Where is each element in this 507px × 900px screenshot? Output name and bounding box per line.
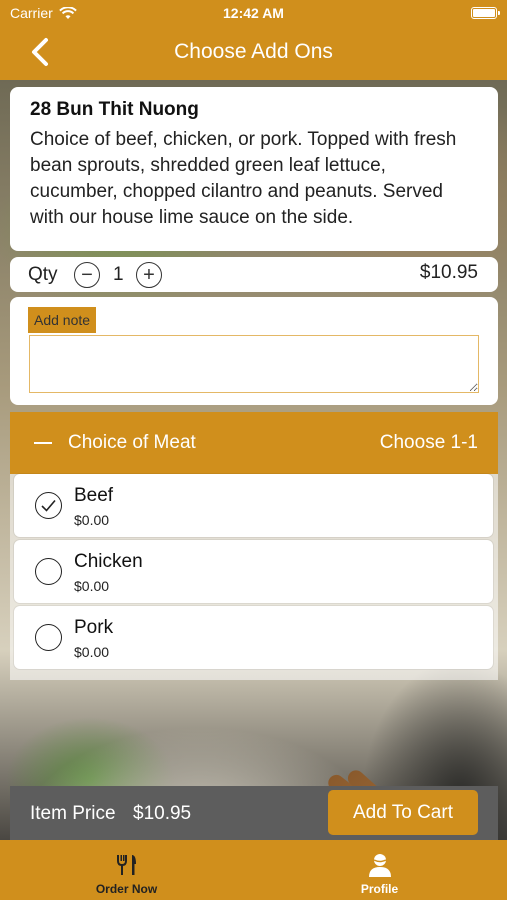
option-name: Beef	[74, 485, 114, 506]
add-to-cart-button[interactable]: Add To Cart	[328, 790, 478, 835]
qty-label: Qty	[28, 264, 58, 285]
option-name: Chicken	[74, 551, 143, 572]
decrease-quantity-button[interactable]: −	[74, 262, 100, 288]
option-beef[interactable]: Beef $0.00	[14, 474, 493, 537]
quantity-row: Qty − 1 + $10.95	[10, 257, 498, 292]
collapse-icon	[34, 442, 52, 444]
tab-order-now[interactable]: Order Now	[0, 840, 253, 900]
option-chicken[interactable]: Chicken $0.00	[14, 540, 493, 603]
item-description-card: 28 Bun Thit Nuong Choice of beef, chicke…	[10, 87, 498, 251]
radio-icon[interactable]	[35, 624, 62, 651]
option-price: $0.00	[74, 578, 110, 594]
section-choose-count: Choose 1-1	[379, 432, 478, 453]
wifi-icon	[58, 6, 77, 19]
battery-icon	[471, 7, 500, 19]
status-bar: Carrier 12:42 AM	[10, 5, 500, 25]
add-note-label: Add note	[28, 307, 97, 333]
radio-icon[interactable]	[35, 558, 62, 585]
note-input[interactable]	[29, 335, 479, 393]
plus-icon: +	[143, 264, 155, 286]
quantity-price: $10.95	[419, 262, 478, 283]
item-price-bar: Item Price $10.95 Add To Cart	[10, 786, 498, 840]
item-price-label: Item Price	[30, 803, 116, 824]
section-title: Choice of Meat	[68, 432, 196, 453]
option-price: $0.00	[74, 644, 110, 660]
option-price: $0.00	[74, 512, 110, 528]
minus-icon: −	[81, 264, 93, 286]
top-bar: Carrier 12:42 AM Choose Add Ons	[0, 0, 507, 80]
increase-quantity-button[interactable]: +	[136, 262, 162, 288]
option-pork[interactable]: Pork $0.00	[14, 606, 493, 669]
quantity-value: 1	[113, 264, 124, 285]
note-card: Add note	[10, 297, 498, 405]
tab-label: Order Now	[95, 882, 158, 896]
utensils-icon	[116, 855, 136, 875]
carrier-label: Carrier	[10, 5, 53, 21]
choice-of-meat-header[interactable]: Choice of Meat Choose 1-1	[10, 412, 498, 474]
carrier: Carrier	[10, 5, 77, 21]
item-price-value: $10.95	[133, 803, 192, 824]
checked-radio-icon[interactable]	[35, 492, 62, 519]
tab-profile[interactable]: Profile	[253, 840, 506, 900]
tab-label: Profile	[360, 882, 399, 896]
item-title: 28 Bun Thit Nuong	[30, 99, 199, 120]
clock: 12:42 AM	[223, 5, 284, 21]
user-icon	[368, 854, 391, 877]
item-description: Choice of beef, chicken, or pork. Topped…	[30, 129, 457, 228]
page-title: Choose Add Ons	[174, 40, 333, 63]
option-name: Pork	[74, 617, 114, 638]
tab-bar: Order Now Profile	[0, 840, 507, 900]
